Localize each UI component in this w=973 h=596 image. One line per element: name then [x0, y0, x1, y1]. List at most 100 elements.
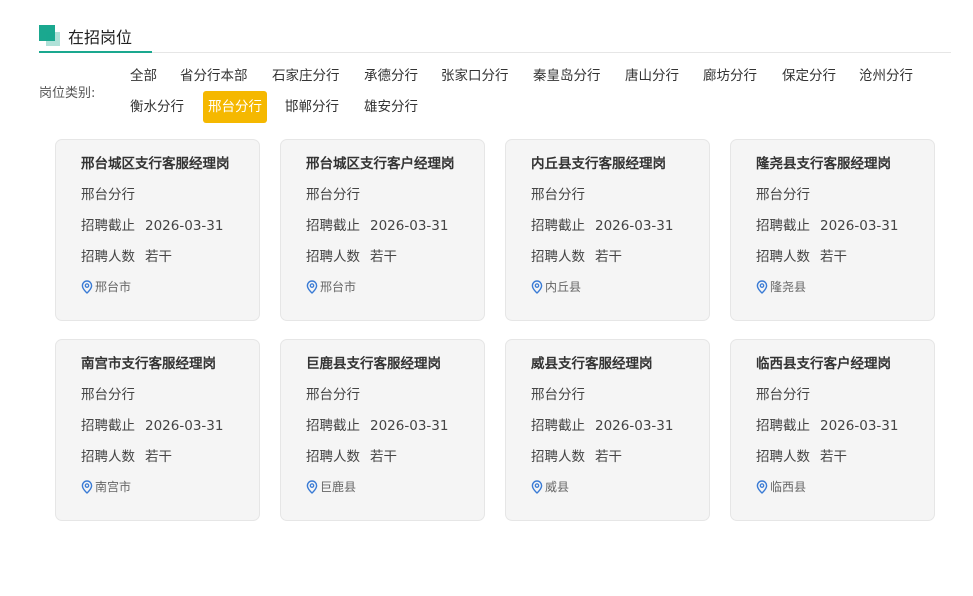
location-text: 南宫市	[95, 480, 132, 494]
job-deadline: 招聘截止 2026-03-31	[756, 214, 898, 234]
count-value: 若干	[370, 249, 397, 265]
job-card[interactable]: 威县支行客服经理岗邢台分行招聘截止 2026-03-31 招聘人数 若干威县	[505, 339, 710, 521]
count-label: 招聘人数	[81, 449, 135, 465]
location-pin-icon	[81, 279, 95, 294]
job-location: 隆尧县	[756, 278, 806, 295]
filter-option-xiongan[interactable]: 雄安分行	[359, 91, 423, 123]
job-card[interactable]: 隆尧县支行客服经理岗邢台分行招聘截止 2026-03-31 招聘人数 若干隆尧县	[730, 139, 935, 321]
job-count: 招聘人数 若干	[756, 245, 847, 265]
job-title[interactable]: 南宫市支行客服经理岗	[81, 352, 216, 372]
location-text: 内丘县	[545, 280, 582, 294]
job-branch: 邢台分行	[81, 187, 135, 203]
location-pin-icon	[531, 479, 545, 494]
filter-option-cangzhou[interactable]: 沧州分行	[854, 60, 918, 92]
count-value: 若干	[145, 249, 172, 265]
filter-option-all[interactable]: 全部	[125, 60, 162, 92]
filter-option-langfang[interactable]: 廊坊分行	[698, 60, 762, 92]
job-title[interactable]: 威县支行客服经理岗	[531, 352, 653, 372]
job-branch: 邢台分行	[531, 187, 585, 203]
filter-option-chengde[interactable]: 承德分行	[359, 60, 423, 92]
job-title[interactable]: 隆尧县支行客服经理岗	[756, 152, 891, 172]
job-location: 邢台市	[306, 278, 356, 295]
filter-option-provincial[interactable]: 省分行本部	[175, 60, 253, 92]
job-branch: 邢台分行	[756, 387, 810, 403]
deadline-value: 2026-03-31	[370, 218, 449, 234]
location-text: 临西县	[770, 480, 807, 494]
job-count: 招聘人数 若干	[756, 445, 847, 465]
location-text: 威县	[545, 480, 570, 494]
count-label: 招聘人数	[531, 249, 585, 265]
deadline-label: 招聘截止	[756, 418, 810, 434]
location-text: 巨鹿县	[320, 480, 357, 494]
job-deadline: 招聘截止 2026-03-31	[531, 214, 673, 234]
job-title[interactable]: 临西县支行客户经理岗	[756, 352, 891, 372]
deadline-value: 2026-03-31	[595, 418, 674, 434]
location-pin-icon	[81, 479, 95, 494]
filter-option-hengshui[interactable]: 衡水分行	[125, 91, 189, 123]
filter-option-handan[interactable]: 邯郸分行	[280, 91, 344, 123]
deadline-label: 招聘截止	[531, 218, 585, 234]
deadline-label: 招聘截止	[531, 418, 585, 434]
job-branch: 邢台分行	[756, 187, 810, 203]
location-pin-icon	[531, 279, 545, 294]
job-title[interactable]: 内丘县支行客服经理岗	[531, 152, 666, 172]
deadline-value: 2026-03-31	[370, 418, 449, 434]
count-value: 若干	[145, 449, 172, 465]
job-deadline: 招聘截止 2026-03-31	[81, 214, 223, 234]
job-count: 招聘人数 若干	[531, 445, 622, 465]
count-label: 招聘人数	[306, 249, 360, 265]
section-header: 在招岗位	[39, 22, 951, 53]
job-count: 招聘人数 若干	[306, 445, 397, 465]
location-text: 隆尧县	[770, 280, 807, 294]
category-filter: 岗位类别: 全部 省分行本部 石家庄分行 承德分行 张家口分行 秦皇岛分行 唐山…	[39, 60, 939, 126]
job-branch: 邢台分行	[306, 387, 360, 403]
job-count: 招聘人数 若干	[306, 245, 397, 265]
job-card[interactable]: 邢台城区支行客户经理岗邢台分行招聘截止 2026-03-31 招聘人数 若干邢台市	[280, 139, 485, 321]
job-card[interactable]: 南宫市支行客服经理岗邢台分行招聘截止 2026-03-31 招聘人数 若干南宫市	[55, 339, 260, 521]
job-location: 临西县	[756, 478, 806, 495]
count-label: 招聘人数	[531, 449, 585, 465]
filter-option-xingtai[interactable]: 邢台分行	[203, 91, 267, 123]
count-value: 若干	[820, 249, 847, 265]
deadline-label: 招聘截止	[306, 418, 360, 434]
job-title[interactable]: 邢台城区支行客户经理岗	[306, 152, 455, 172]
job-title[interactable]: 巨鹿县支行客服经理岗	[306, 352, 441, 372]
deadline-value: 2026-03-31	[145, 418, 224, 434]
location-pin-icon	[306, 279, 320, 294]
filter-option-qinhuangdao[interactable]: 秦皇岛分行	[528, 60, 606, 92]
section-marker-icon	[39, 25, 60, 46]
section-title-underline	[39, 51, 152, 53]
job-branch: 邢台分行	[306, 187, 360, 203]
job-card[interactable]: 临西县支行客户经理岗邢台分行招聘截止 2026-03-31 招聘人数 若干临西县	[730, 339, 935, 521]
job-deadline: 招聘截止 2026-03-31	[81, 414, 223, 434]
location-text: 邢台市	[320, 280, 357, 294]
filter-option-baoding[interactable]: 保定分行	[777, 60, 841, 92]
count-value: 若干	[820, 449, 847, 465]
filter-option-zhangjiakou[interactable]: 张家口分行	[436, 60, 514, 92]
filter-label: 岗位类别:	[39, 86, 96, 101]
location-text: 邢台市	[95, 280, 132, 294]
job-card[interactable]: 邢台城区支行客服经理岗邢台分行招聘截止 2026-03-31 招聘人数 若干邢台市	[55, 139, 260, 321]
job-card[interactable]: 内丘县支行客服经理岗邢台分行招聘截止 2026-03-31 招聘人数 若干内丘县	[505, 139, 710, 321]
filter-option-shijiazhuang[interactable]: 石家庄分行	[267, 60, 345, 92]
location-pin-icon	[306, 479, 320, 494]
count-value: 若干	[595, 249, 622, 265]
job-card[interactable]: 巨鹿县支行客服经理岗邢台分行招聘截止 2026-03-31 招聘人数 若干巨鹿县	[280, 339, 485, 521]
deadline-label: 招聘截止	[756, 218, 810, 234]
job-location: 内丘县	[531, 278, 581, 295]
location-pin-icon	[756, 479, 770, 494]
deadline-label: 招聘截止	[81, 218, 135, 234]
deadline-value: 2026-03-31	[145, 218, 224, 234]
deadline-value: 2026-03-31	[820, 418, 899, 434]
job-branch: 邢台分行	[531, 387, 585, 403]
job-title[interactable]: 邢台城区支行客服经理岗	[81, 152, 230, 172]
job-deadline: 招聘截止 2026-03-31	[306, 214, 448, 234]
deadline-label: 招聘截止	[81, 418, 135, 434]
count-label: 招聘人数	[81, 249, 135, 265]
count-label: 招聘人数	[306, 449, 360, 465]
filter-option-tangshan[interactable]: 唐山分行	[620, 60, 684, 92]
job-deadline: 招聘截止 2026-03-31	[756, 414, 898, 434]
job-branch: 邢台分行	[81, 387, 135, 403]
location-pin-icon	[756, 279, 770, 294]
job-location: 巨鹿县	[306, 478, 356, 495]
